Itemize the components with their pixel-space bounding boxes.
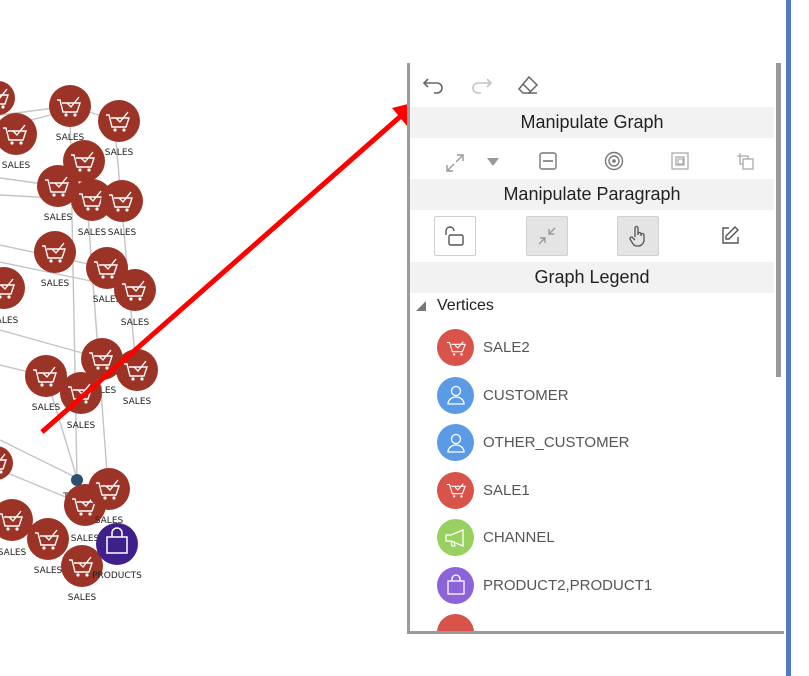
clear-button[interactable] <box>512 69 544 101</box>
ungroup-button[interactable] <box>732 149 758 173</box>
target-icon <box>604 151 624 171</box>
fit-graph-button[interactable] <box>443 152 467 174</box>
svg-text:SALES: SALES <box>78 228 107 238</box>
graph-tools-row <box>410 138 784 179</box>
undo-button[interactable] <box>418 69 450 101</box>
svg-text:SALES: SALES <box>41 279 70 289</box>
bag-icon <box>437 566 474 604</box>
hand-pointer-icon <box>629 225 645 247</box>
svg-text:SALES: SALES <box>32 403 61 413</box>
legend-item[interactable]: CUSTOMER <box>410 372 784 420</box>
legend-item-label: SALE1 <box>483 481 530 499</box>
legend-item[interactable]: SALE2 <box>410 324 784 372</box>
fit-options-dropdown[interactable] <box>486 155 500 169</box>
sales-node: SALES <box>116 349 158 407</box>
edit-button[interactable] <box>710 216 750 254</box>
graph-settings-panel: Manipulate Graph Manipulate Paragraph Gr… <box>407 63 784 634</box>
svg-text:SALES: SALES <box>67 421 96 431</box>
legend-item[interactable]: CHANNEL <box>410 514 784 562</box>
sales-node: SALES <box>0 499 33 558</box>
sales-node <box>0 81 15 115</box>
vertices-group-label: Vertices <box>437 297 494 314</box>
products-node: PRODUCTS <box>92 523 142 581</box>
unlock-button[interactable] <box>434 216 476 256</box>
object-ungroup-icon <box>737 153 754 170</box>
sales-node: SALES <box>98 100 140 158</box>
compress-icon <box>538 227 556 245</box>
collapse-button[interactable] <box>535 149 561 173</box>
svg-text:SALES: SALES <box>71 534 100 544</box>
sales-node: SALES <box>49 85 91 143</box>
sales-node: SALES <box>25 355 67 413</box>
compress-button[interactable] <box>526 216 568 256</box>
svg-text:SALES: SALES <box>108 228 137 238</box>
svg-text:SALES: SALES <box>105 148 134 158</box>
cart-icon <box>437 471 474 509</box>
svg-text:SALES: SALES <box>121 318 150 328</box>
select-mode-button[interactable] <box>617 216 659 256</box>
manipulate-graph-header: Manipulate Graph <box>410 107 774 138</box>
svg-text:SALES: SALES <box>0 548 27 558</box>
manipulate-paragraph-header: Manipulate Paragraph <box>410 179 774 210</box>
paragraph-tools-row <box>410 210 784 262</box>
group-button[interactable] <box>667 149 693 173</box>
vertices-group[interactable]: Vertices <box>410 293 784 319</box>
right-edge-bar <box>786 0 791 676</box>
legend-item[interactable]: SALE1 <box>410 467 784 515</box>
sales-node: SALES <box>114 269 156 328</box>
legend-item-label: SALE2 <box>483 339 530 357</box>
legend-item-label: CHANNEL <box>483 529 555 547</box>
svg-text:SALES: SALES <box>0 316 19 326</box>
svg-text:SALES: SALES <box>34 566 63 576</box>
sales-node: SALES <box>88 468 130 526</box>
eraser-icon <box>517 75 539 94</box>
minus-square-icon <box>539 152 557 170</box>
svg-text:SALES: SALES <box>68 593 97 603</box>
cart-icon <box>437 329 474 367</box>
person-icon <box>437 376 474 414</box>
sales-node: SALES <box>34 231 76 289</box>
svg-text:PRODUCTS: PRODUCTS <box>92 571 142 581</box>
undo-icon <box>423 78 443 94</box>
sales-node: SALES <box>60 372 102 431</box>
collapse-triangle-icon <box>416 301 426 311</box>
sales-node: SALES <box>0 113 37 171</box>
legend-item-label: PRODUCT2,PRODUCT1 <box>483 576 653 594</box>
redo-icon <box>472 78 492 94</box>
svg-text:SALES: SALES <box>2 161 31 171</box>
chevron-down-icon <box>487 158 499 166</box>
expand-icon <box>446 154 464 172</box>
person-icon <box>437 424 474 462</box>
unlock-icon <box>445 226 464 246</box>
edit-icon <box>722 226 739 244</box>
legend-item[interactable]: OTHER_CUSTOMER <box>410 419 784 467</box>
legend-item-label: OTHER_CUSTOMER <box>483 434 630 452</box>
focus-button[interactable] <box>601 149 627 173</box>
cart-icon <box>437 614 474 631</box>
sales-node: SALES <box>101 180 143 238</box>
history-toolbar <box>410 63 784 107</box>
sales-node: SALES <box>0 267 25 326</box>
megaphone-icon <box>437 519 474 557</box>
svg-text:SALES: SALES <box>44 213 73 223</box>
svg-text:SALES: SALES <box>123 397 152 407</box>
object-group-icon <box>671 152 689 170</box>
redo-button[interactable] <box>465 69 497 101</box>
graph-legend-header: Graph Legend <box>410 262 774 293</box>
legend-item[interactable]: PRODUCT2,PRODUCT1 <box>410 562 784 610</box>
legend-item-label: CUSTOMER <box>483 386 569 404</box>
legend-item-partial[interactable] <box>410 609 784 631</box>
